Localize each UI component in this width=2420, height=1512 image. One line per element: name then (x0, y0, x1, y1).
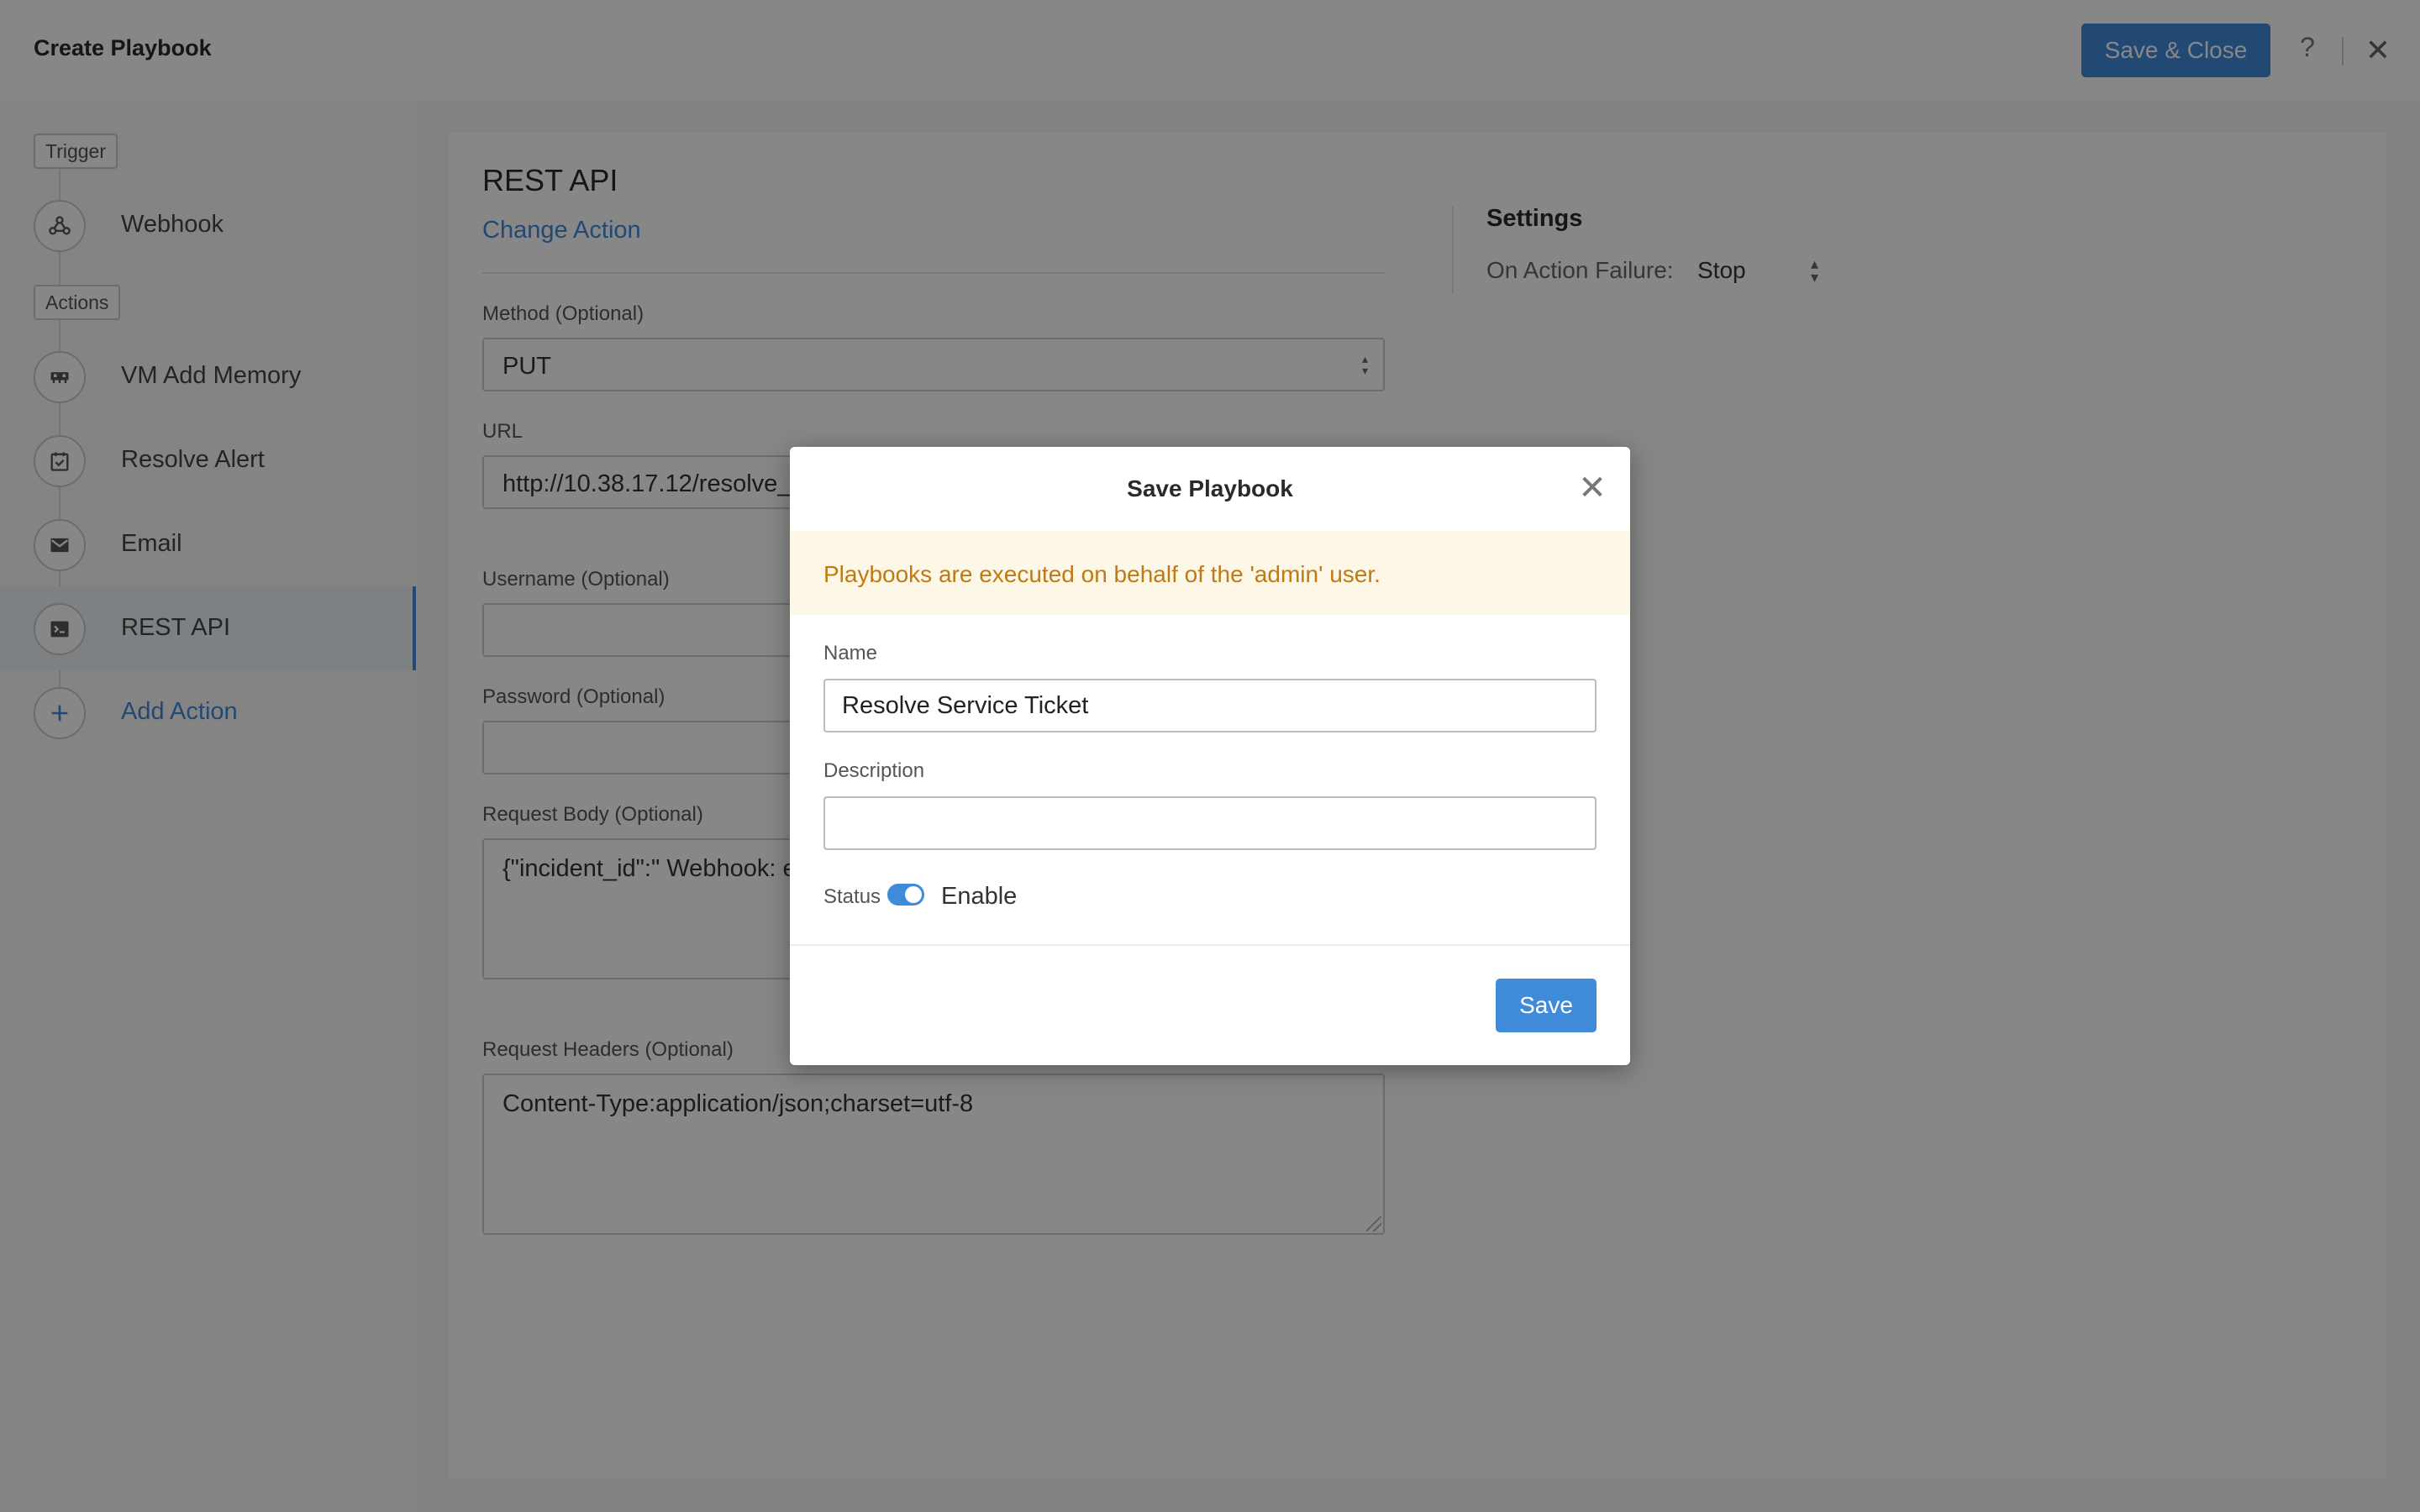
warning-banner: Playbooks are executed on behalf of the … (790, 531, 1630, 615)
name-input[interactable] (823, 679, 1597, 732)
close-icon[interactable]: ✕ (1573, 469, 1612, 507)
dialog-footer-divider (790, 944, 1630, 946)
name-label: Name (823, 642, 878, 664)
warning-text: Playbooks are executed on behalf of the … (823, 561, 1381, 587)
save-button[interactable]: Save (1496, 979, 1597, 1032)
toggle-knob (905, 886, 922, 903)
dialog-title: Save Playbook (1127, 475, 1293, 501)
description-input[interactable] (823, 796, 1597, 850)
status-toggle[interactable] (887, 884, 924, 906)
status-label: Status (823, 885, 881, 908)
description-label: Description (823, 759, 925, 782)
save-playbook-dialog: Save Playbook ✕ Playbooks are executed o… (790, 447, 1630, 1065)
status-enable-text: Enable (941, 883, 1018, 910)
